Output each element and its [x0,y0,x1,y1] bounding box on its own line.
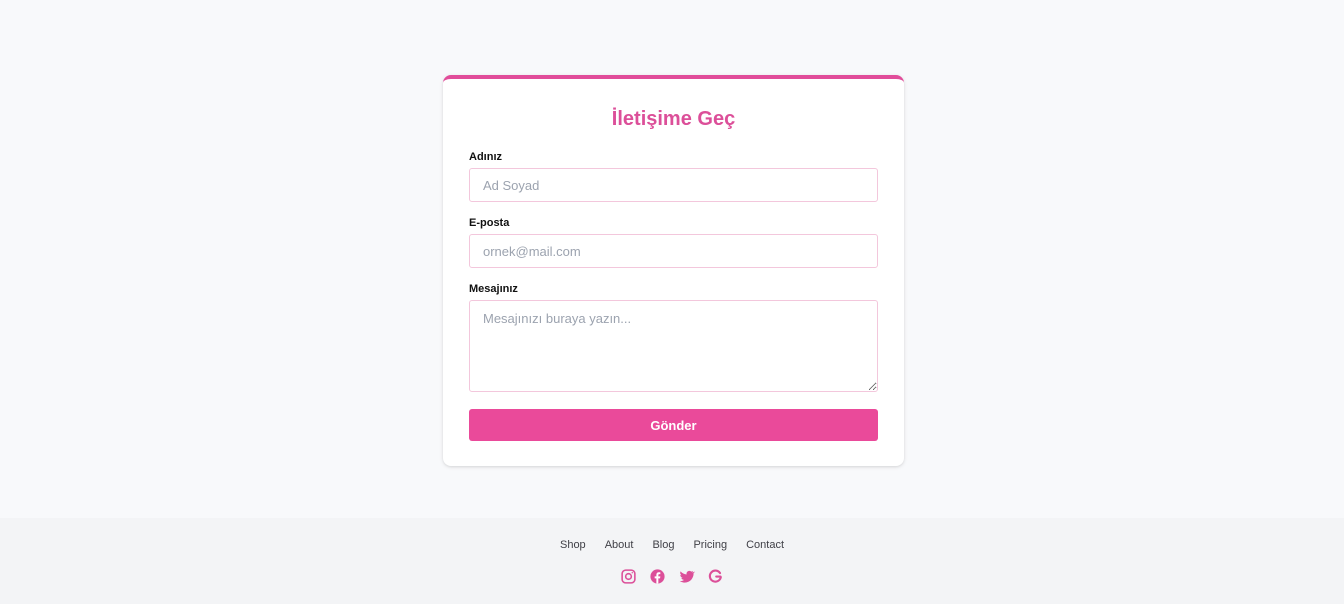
contact-form-title: İletişime Geç [611,108,736,130]
instagram-icon[interactable] [620,568,637,585]
submit-button[interactable]: Gönder [469,409,878,441]
contact-card: İletişime Geç Adınız E-posta Mesajınız G… [443,75,904,466]
google-icon[interactable] [707,568,724,585]
name-input[interactable] [469,168,878,202]
page: İletişime Geç Adınız E-posta Mesajınız G… [0,0,1344,604]
twitter-icon[interactable] [678,568,695,585]
message-label: Mesajınız [469,283,518,295]
facebook-icon[interactable] [649,568,666,585]
footer-link-shop[interactable]: Shop [560,538,586,552]
social-links [0,568,1344,585]
main-area: İletişime Geç Adınız E-posta Mesajınız G… [0,0,1344,518]
footer-link-about[interactable]: About [605,538,634,552]
footer: Shop About Blog Pricing Contact [0,518,1344,604]
name-label: Adınız [469,151,502,163]
email-label: E-posta [469,217,510,229]
email-input[interactable] [469,234,878,268]
message-textarea[interactable] [469,300,878,392]
footer-link-contact[interactable]: Contact [746,538,784,552]
footer-nav: Shop About Blog Pricing Contact [0,538,1344,552]
footer-link-blog[interactable]: Blog [652,538,674,552]
footer-link-pricing[interactable]: Pricing [693,538,727,552]
